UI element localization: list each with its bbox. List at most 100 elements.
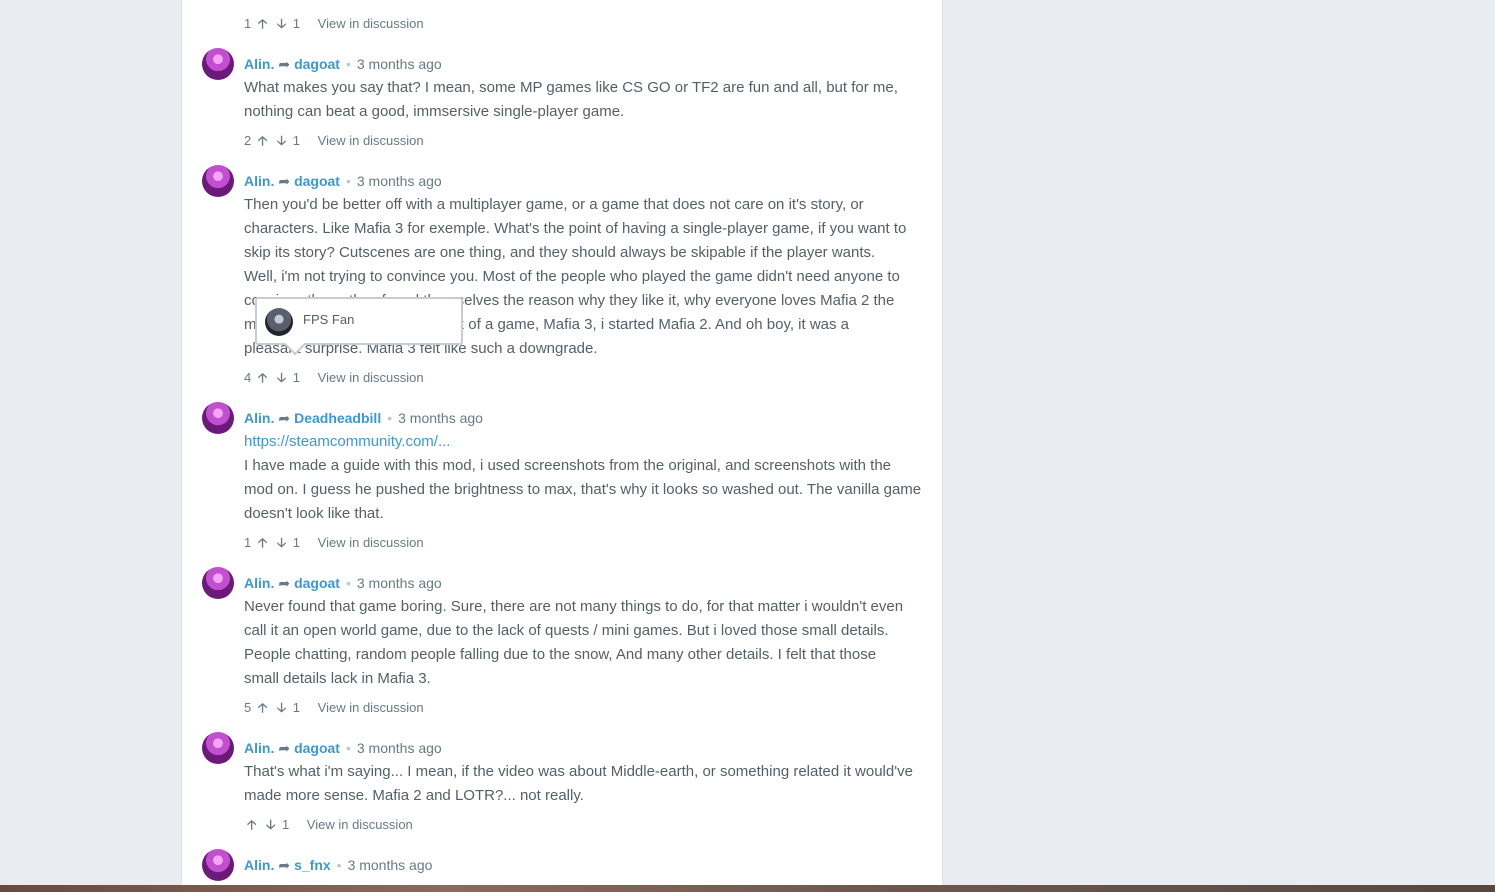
arrow-up-icon[interactable]: 🡡 — [247, 816, 256, 834]
arrow-up-icon[interactable]: 🡡 — [258, 534, 267, 552]
separator-dot: • — [387, 410, 393, 426]
downvote-count: 1 — [292, 16, 301, 31]
comment-line: call it an open world game, due to the l… — [244, 622, 889, 639]
arrow-down-icon[interactable]: 🡣 — [277, 534, 286, 552]
timestamp[interactable]: 3 months ago — [357, 173, 442, 189]
comment-line: doesn't look like that. — [244, 505, 384, 522]
view-in-discussion-link[interactable]: View in discussion — [318, 535, 424, 550]
comment-footer: 4 🡡 🡣 1 View in discussion — [244, 369, 424, 387]
author-link[interactable]: Alin. — [244, 857, 274, 873]
view-in-discussion-link[interactable]: View in discussion — [318, 700, 424, 715]
author-link[interactable]: Alin. — [244, 56, 274, 72]
reply-to-link[interactable]: dagoat — [294, 740, 340, 756]
comment-meta: Alin. ➦ dagoat • 3 months ago — [244, 54, 442, 74]
avatar[interactable] — [202, 567, 234, 599]
downvote-count: 1 — [292, 370, 301, 385]
arrow-up-icon[interactable]: 🡡 — [258, 369, 267, 387]
comment-line: I have made a guide with this mod, i use… — [244, 457, 892, 474]
timestamp[interactable]: 3 months ago — [348, 857, 433, 873]
upvote-count: 1 — [244, 535, 252, 550]
timestamp[interactable]: 3 months ago — [357, 56, 442, 72]
view-in-discussion-link[interactable]: View in discussion — [318, 370, 424, 385]
arrow-up-icon[interactable]: 🡡 — [258, 132, 267, 150]
share-arrow-icon: ➦ — [278, 740, 291, 756]
comment-line: What makes you say that? I mean, some MP… — [244, 79, 898, 96]
comment-body: Never found that game boring. Sure, ther… — [244, 595, 924, 691]
upvote-count: 2 — [244, 133, 252, 148]
comment-line: Never found that game boring. Sure, ther… — [244, 598, 904, 615]
comment-meta: Alin. ➦ dagoat • 3 months ago — [244, 171, 442, 191]
reply-to-link[interactable]: dagoat — [294, 173, 340, 189]
comment-line: small details lack in Mafia 3. — [244, 670, 431, 687]
arrow-up-icon[interactable]: 🡡 — [258, 699, 267, 717]
downvote-count: 1 — [281, 817, 290, 832]
downvote-count: 1 — [292, 133, 301, 148]
comment-footer: 2 🡡 🡣 1 View in discussion — [244, 132, 424, 150]
arrow-down-icon[interactable]: 🡣 — [277, 369, 286, 387]
reply-to-link[interactable]: dagoat — [294, 56, 340, 72]
share-arrow-icon: ➦ — [278, 575, 291, 591]
downvote-count: 1 — [292, 535, 301, 550]
author-link[interactable]: Alin. — [244, 173, 274, 189]
author-link[interactable]: Alin. — [244, 740, 274, 756]
arrow-down-icon[interactable]: 🡣 — [277, 15, 286, 33]
arrow-up-icon[interactable]: 🡡 — [258, 15, 267, 33]
comment-line: People chatting, random people falling d… — [244, 646, 877, 663]
comment-line: made more sense. Mafia 2 and LOTR?... no… — [244, 787, 584, 804]
reply-to-link[interactable]: dagoat — [294, 575, 340, 591]
comment-line: nothing can beat a good, immsersive sing… — [244, 103, 625, 120]
timestamp[interactable]: 3 months ago — [357, 740, 442, 756]
avatar[interactable] — [265, 308, 293, 336]
comment-meta: Alin. ➦ dagoat • 3 months ago — [244, 573, 442, 593]
comment-body: https://steamcommunity.com/... I have ma… — [244, 430, 924, 526]
comment-line: skip its story? Cutscenes are one thing,… — [244, 244, 876, 261]
comment-line: mod on. I guess he pushed the brightness… — [244, 481, 922, 498]
comment-meta: Alin. ➦ s_fnx • 3 months ago — [244, 855, 432, 875]
comment-footer: 🡡 🡣 1 View in discussion — [244, 816, 413, 834]
author-link[interactable]: Alin. — [244, 575, 274, 591]
share-arrow-icon: ➦ — [278, 857, 291, 873]
arrow-down-icon[interactable]: 🡣 — [277, 699, 286, 717]
comment-body: That's what i'm saying... I mean, if the… — [244, 760, 924, 808]
upvote-count: 1 — [244, 16, 252, 31]
separator-dot: • — [345, 56, 351, 72]
user-tooltip[interactable]: FPS Fan — [255, 297, 463, 345]
upvote-count: 5 — [244, 700, 252, 715]
view-in-discussion-link[interactable]: View in discussion — [318, 16, 424, 31]
separator-dot: • — [345, 173, 351, 189]
comment-meta: Alin. ➦ Deadheadbill • 3 months ago — [244, 408, 483, 428]
comment-line: Well, i'm not trying to convince you. Mo… — [244, 268, 900, 285]
bottom-background-strip — [0, 885, 1495, 892]
tooltip-username[interactable]: FPS Fan — [303, 312, 354, 327]
comment-line: That's what i'm saying... I mean, if the… — [244, 763, 913, 780]
arrow-down-icon[interactable]: 🡣 — [277, 132, 286, 150]
comment-line: characters. Like Mafia 3 for exemple. Wh… — [244, 220, 907, 237]
avatar[interactable] — [202, 48, 234, 80]
avatar[interactable] — [202, 165, 234, 197]
reply-to-link[interactable]: s_fnx — [294, 857, 331, 873]
external-link[interactable]: https://steamcommunity.com/... — [244, 433, 450, 450]
view-in-discussion-link[interactable]: View in discussion — [307, 817, 413, 832]
upvote-count: 4 — [244, 370, 252, 385]
view-in-discussion-link[interactable]: View in discussion — [318, 133, 424, 148]
comments-card: 1 🡡 🡣 1 View in discussion Alin. ➦ dagoat •… — [181, 0, 943, 892]
share-arrow-icon: ➦ — [278, 56, 291, 72]
avatar[interactable] — [202, 732, 234, 764]
avatar[interactable] — [202, 849, 234, 881]
comment-body: What makes you say that? I mean, some MP… — [244, 76, 924, 124]
avatar[interactable] — [202, 402, 234, 434]
share-arrow-icon: ➦ — [278, 173, 291, 189]
author-link[interactable]: Alin. — [244, 410, 274, 426]
comment-footer: 1 🡡 🡣 1 View in discussion — [244, 15, 424, 33]
comment-footer: 5 🡡 🡣 1 View in discussion — [244, 699, 424, 717]
comment-line: Then you'd be better off with a multipla… — [244, 196, 864, 213]
share-arrow-icon: ➦ — [278, 410, 291, 426]
comment-footer: 1 🡡 🡣 1 View in discussion — [244, 534, 424, 552]
comment-meta: Alin. ➦ dagoat • 3 months ago — [244, 738, 442, 758]
separator-dot: • — [345, 575, 351, 591]
timestamp[interactable]: 3 months ago — [398, 410, 483, 426]
separator-dot: • — [336, 857, 342, 873]
timestamp[interactable]: 3 months ago — [357, 575, 442, 591]
arrow-down-icon[interactable]: 🡣 — [266, 816, 275, 834]
reply-to-link[interactable]: Deadheadbill — [294, 410, 381, 426]
